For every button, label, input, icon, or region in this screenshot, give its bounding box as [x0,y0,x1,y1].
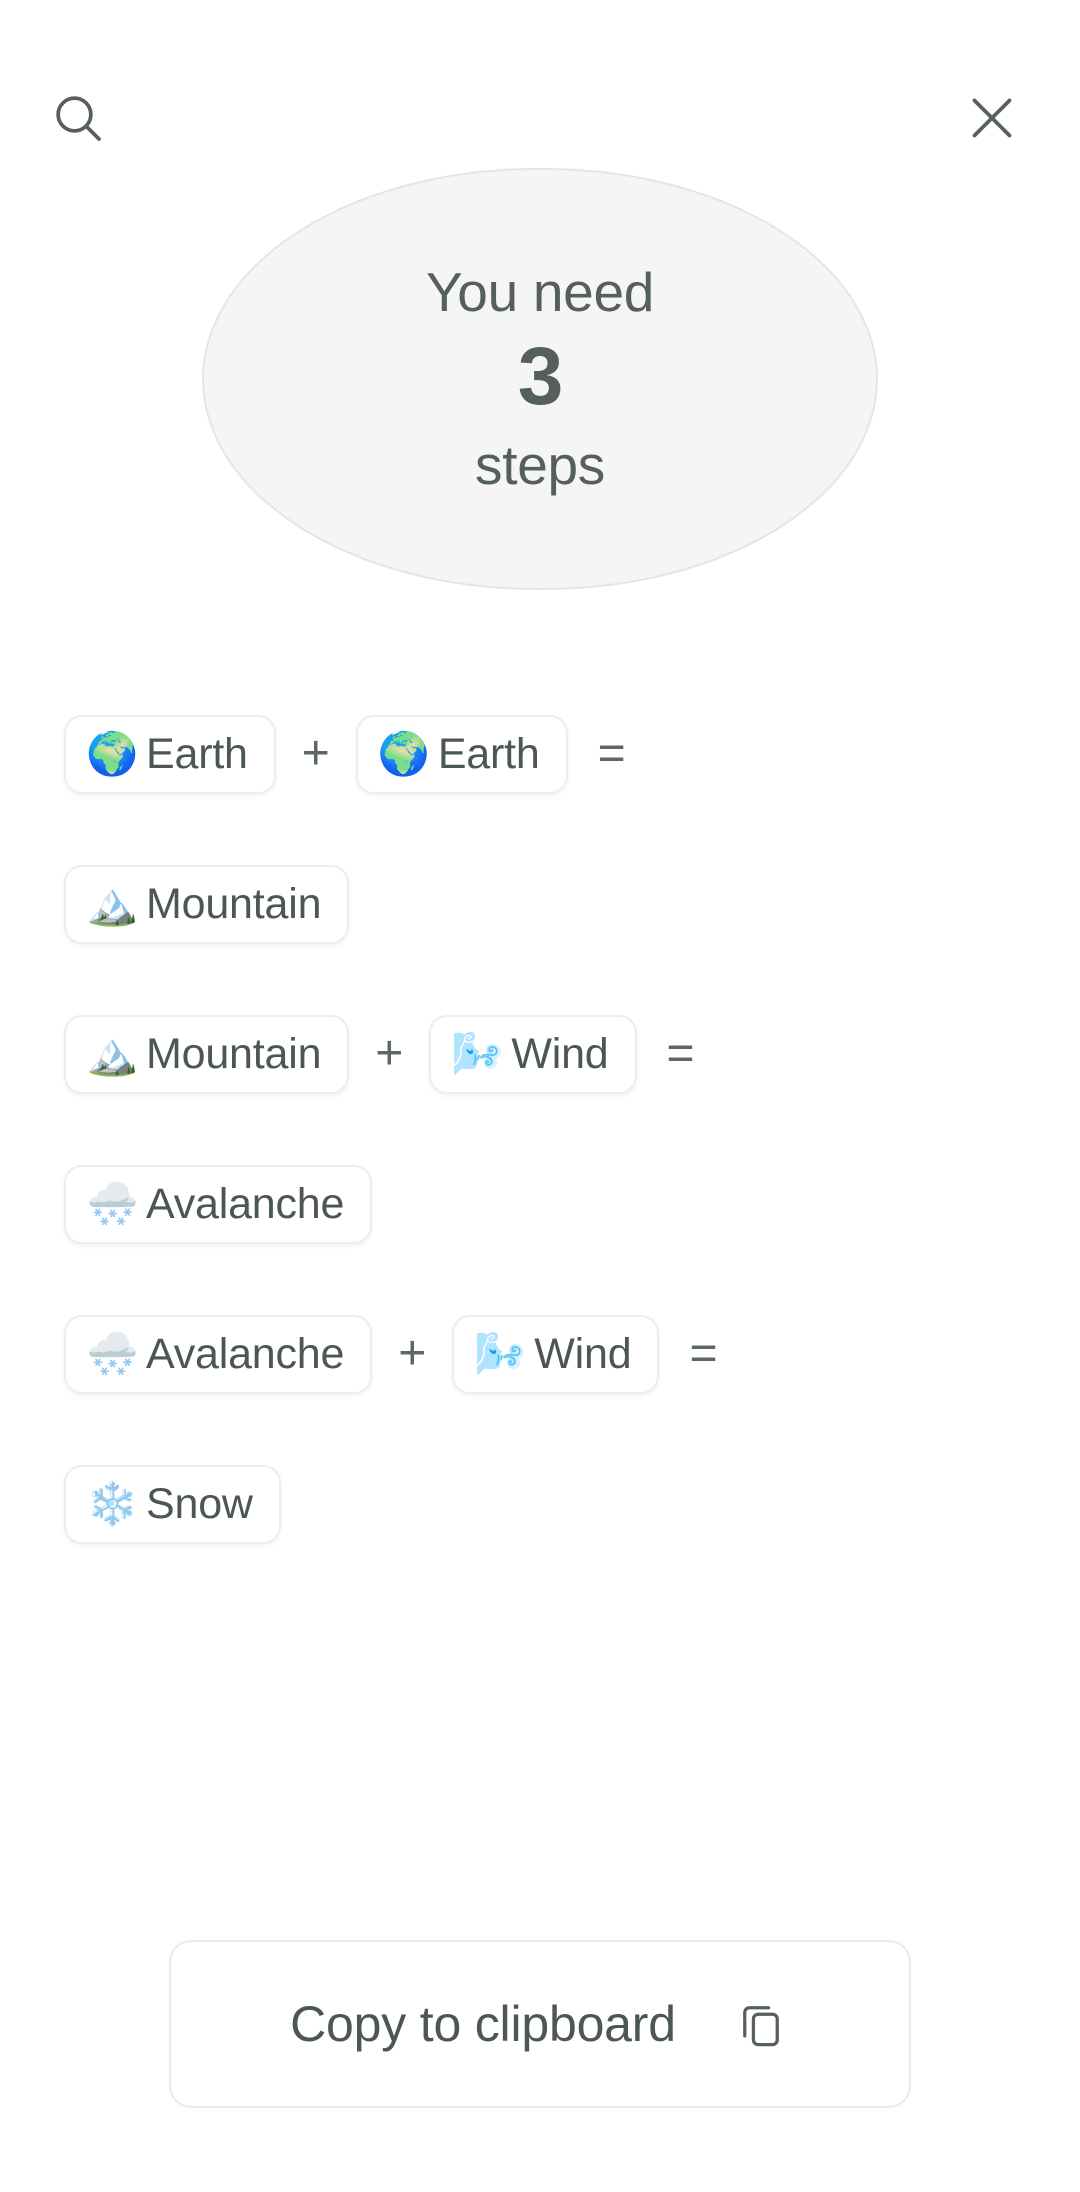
step-count-value: 3 [517,331,564,422]
wind-face-icon: 🌬️ [451,1030,504,1077]
element-chip[interactable]: ❄️ Snow [64,1464,281,1544]
element-label: Wind [534,1329,632,1378]
wind-face-icon: 🌬️ [474,1330,527,1377]
element-chip[interactable]: 🌍 Earth [64,714,276,794]
element-chip[interactable]: 🏔️ Mountain [64,1014,350,1094]
close-icon [972,98,1012,138]
plus-operator: + [398,1327,427,1380]
footer-actions: Copy to clipboard [0,1940,1080,2108]
cloud-with-snow-icon: 🌨️ [86,1330,139,1377]
hero-prefix-text: You need [425,260,655,323]
earth-globe-europe-africa-icon: 🌍 [377,730,431,777]
plus-operator: + [301,727,330,780]
copy-to-clipboard-button[interactable]: Copy to clipboard [169,1940,911,2108]
element-chip[interactable]: 🌍 Earth [355,714,568,794]
element-chip[interactable]: 🏔️ Mountain [64,864,350,944]
element-label: Mountain [146,1029,322,1078]
copy-to-clipboard-label: Copy to clipboard [290,1996,676,2052]
snow-capped-mountain-icon: 🏔️ [86,1030,139,1077]
step-solver-screen: You need 3 steps 🌍 Earth + 🌍 Earth = 🏔️ … [0,0,1080,2192]
element-label: Snow [146,1479,253,1528]
recipe-row: 🌨️ Avalanche + 🌬️ Wind = [64,1300,1040,1408]
element-chip[interactable]: 🌨️ Avalanche [64,1164,373,1244]
copy-icon [732,1995,790,2053]
snow-capped-mountain-icon: 🏔️ [86,880,139,927]
hero-section: You need 3 steps [0,168,1080,590]
recipe-list: 🌍 Earth + 🌍 Earth = 🏔️ Mountain 🏔️ Mount… [0,700,1080,1600]
element-label: Avalanche [146,1179,345,1228]
top-bar [0,0,1080,170]
element-label: Earth [437,729,540,778]
element-chip[interactable]: 🌬️ Wind [429,1014,637,1094]
steps-summary-pill: You need 3 steps [202,168,878,590]
element-label: Earth [146,729,248,778]
element-chip[interactable]: 🌨️ Avalanche [64,1314,373,1394]
recipe-result-row: ❄️ Snow [64,1450,1040,1558]
close-button[interactable] [952,78,1032,158]
element-chip[interactable]: 🌬️ Wind [452,1314,660,1394]
snowflake-icon: ❄️ [86,1480,139,1527]
recipe-row: 🌍 Earth + 🌍 Earth = [64,700,1040,808]
equals-operator: = [597,727,626,780]
element-label: Mountain [146,879,322,928]
earth-globe-europe-africa-icon: 🌍 [86,730,139,777]
search-button[interactable] [38,78,118,158]
equals-operator: = [689,1327,718,1380]
recipe-result-row: 🏔️ Mountain [64,850,1040,958]
element-label: Wind [511,1029,609,1078]
element-label: Avalanche [146,1329,345,1378]
cloud-with-snow-icon: 🌨️ [86,1180,139,1227]
plus-operator: + [375,1027,404,1080]
recipe-row: 🏔️ Mountain + 🌬️ Wind = [64,1000,1040,1108]
search-icon [56,96,101,141]
equals-operator: = [666,1027,695,1080]
hero-suffix-text: steps [475,434,605,496]
recipe-result-row: 🌨️ Avalanche [64,1150,1040,1258]
